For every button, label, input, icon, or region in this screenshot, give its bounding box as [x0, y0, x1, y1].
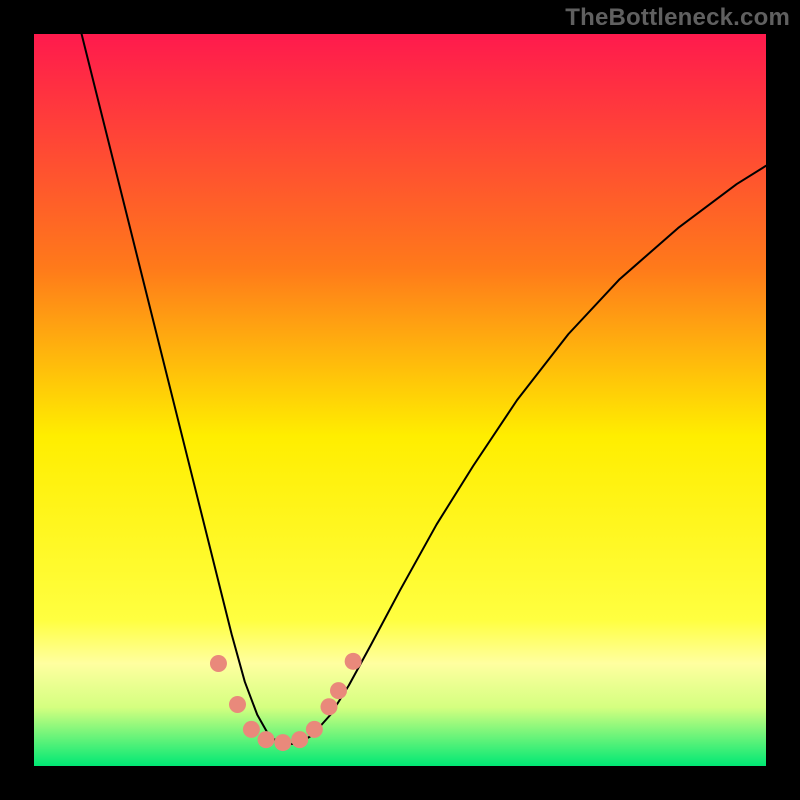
watermark-text: TheBottleneck.com [565, 4, 790, 32]
marker-point [306, 721, 323, 738]
marker-point [258, 731, 275, 748]
marker-point [291, 731, 308, 748]
plot-background [34, 34, 766, 766]
marker-point [243, 721, 260, 738]
chart-frame: TheBottleneck.com [0, 0, 800, 800]
marker-point [274, 734, 291, 751]
marker-point [345, 653, 362, 670]
marker-point [229, 696, 246, 713]
marker-point [210, 655, 227, 672]
marker-point [321, 698, 338, 715]
bottleneck-chart [0, 0, 800, 800]
marker-point [330, 682, 347, 699]
